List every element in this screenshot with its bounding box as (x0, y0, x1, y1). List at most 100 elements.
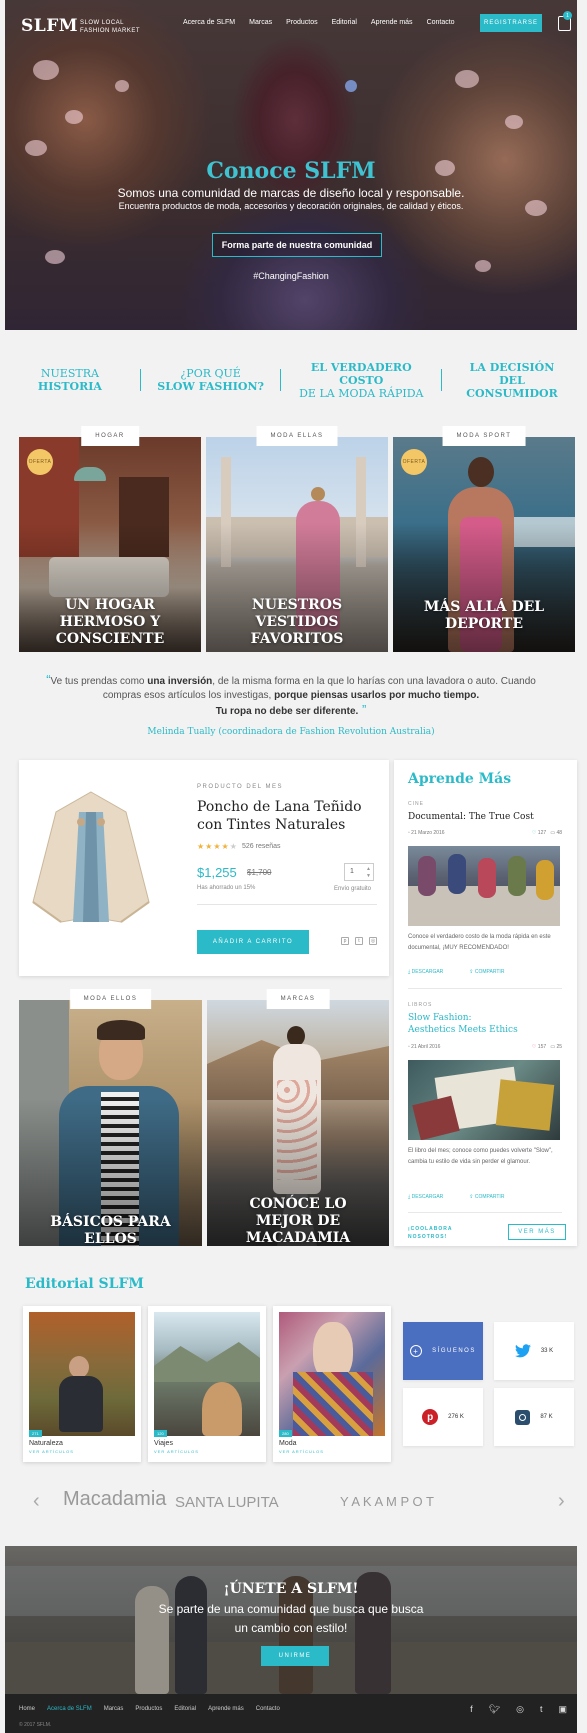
pinterest-tile[interactable]: p 276 K (403, 1388, 483, 1446)
collaborate-link[interactable]: ¡COOLABORA NOSOTROS! (408, 1225, 452, 1241)
aprende-title: Aprende Más (408, 771, 512, 787)
article-actions: ⤓ DESCARGAR ⇪ COMPARTIR (408, 1194, 504, 1200)
instagram-icon[interactable]: ◎ (516, 1704, 524, 1715)
editorial-name: Viajes (154, 1440, 173, 1447)
twitter-icon[interactable]: 🐦︎ (489, 1704, 500, 1715)
main-nav: Acerca de SLFM Marcas Productos Editoria… (183, 19, 455, 26)
footer: Home Acerca de SLFM Marcas Productos Edi… (5, 1694, 577, 1733)
brand-santa-lupita[interactable]: SANTA LUPITA (175, 1494, 279, 1511)
editorial-card-naturaleza[interactable]: 271 Naturaleza VER ARTÍCULOS (23, 1306, 141, 1462)
topic-decision-consumidor[interactable]: LA DECISIÓN DEL CONSUMIDOR (452, 361, 572, 400)
join-button[interactable]: UNIRME (261, 1646, 329, 1666)
category-card-moda-ellas[interactable]: MODA ELLAS NUESTROS VESTIDOS FAVORITOS (206, 426, 388, 652)
category-card-moda-sport[interactable]: MODA SPORT OFERTA MÁS ALLÁ DEL DEPORTE (393, 426, 575, 652)
footer-link-home[interactable]: Home (19, 1706, 35, 1712)
nav-item-acerca[interactable]: Acerca de SLFM (183, 19, 235, 26)
brand-macadamia[interactable]: Macadamia (63, 1488, 166, 1511)
share-link[interactable]: ⇪ COMPARTIR (469, 1194, 504, 1200)
stepper-arrows-icon[interactable]: ▲ ▼ (366, 866, 371, 880)
plus-circle-icon: + (410, 1345, 423, 1357)
instagram-icon[interactable]: ◎ (369, 937, 377, 945)
category-card-hogar[interactable]: HOGAR OFERTA UN HOGAR HERMOSO Y CONSCIEN… (19, 426, 201, 652)
tumblr-icon[interactable]: t (355, 937, 363, 945)
article-actions: ⤓ DESCARGAR ⇪ COMPARTIR (408, 969, 504, 975)
heart-icon[interactable]: ♡ (532, 1044, 536, 1050)
footer-link-aprende[interactable]: Aprende más (208, 1706, 244, 1712)
topic-por-que-slow-fashion[interactable]: ¿POR QUÉ SLOW FASHION? (151, 367, 271, 393)
topic-verdadero-costo[interactable]: EL VERDADERO COSTO DE LA MODA RÁPIDA (291, 361, 431, 400)
nav-item-aprende[interactable]: Aprende más (371, 19, 413, 26)
heart-icon[interactable]: ♡ (532, 830, 536, 836)
footer-link-marcas[interactable]: Marcas (104, 1706, 124, 1712)
quote-emphasis: una inversión (147, 676, 213, 687)
editorial-card-moda[interactable]: 280 Moda VER ARTÍCULOS (273, 1306, 391, 1462)
hero-hashtag: #ChangingFashion (253, 271, 329, 281)
nav-item-marcas[interactable]: Marcas (249, 19, 272, 26)
pinterest-icon[interactable]: p (341, 937, 349, 945)
card-label: HOGAR (81, 426, 139, 446)
topic-line: DE LA MODA RÁPIDA (299, 386, 424, 400)
article-title[interactable]: Documental: The True Cost (408, 811, 568, 823)
close-quote-icon: ” (358, 702, 367, 717)
join-title: ¡ÚNETE A SLFM! (223, 1581, 359, 1597)
product-eyebrow: PRODUCTO DEL MES (197, 784, 284, 790)
join-community-button[interactable]: Forma parte de nuestra comunidad (212, 233, 382, 257)
comment-icon: ▭ (550, 830, 556, 836)
article-image[interactable] (408, 1060, 560, 1140)
register-button[interactable]: REGISTRARSE (480, 14, 542, 32)
download-label: DESCARGAR (411, 969, 444, 975)
nav-item-productos[interactable]: Productos (286, 19, 318, 26)
share-link[interactable]: ⇪ COMPARTIR (469, 969, 504, 975)
hero-subtitle: Somos una comunidad de marcas de diseño … (117, 186, 465, 200)
chevron-right-icon[interactable]: › (558, 1490, 565, 1513)
ver-articulos-link[interactable]: VER ARTÍCULOS (154, 1449, 199, 1454)
article-image[interactable] (408, 846, 560, 926)
card-title: MÁS ALLÁ DEL DEPORTE (423, 599, 545, 632)
poncho-image[interactable] (31, 782, 151, 932)
category-card-marcas[interactable]: MARCAS CONÓCE LO MEJOR DE MACADAMIA (207, 989, 389, 1246)
download-link[interactable]: ⤓ DESCARGAR (408, 969, 443, 975)
ver-articulos-link[interactable]: VER ARTÍCULOS (279, 1449, 324, 1454)
editorial-card-viajes[interactable]: 120 Viajes VER ARTÍCULOS (148, 1306, 266, 1462)
footer-link-contacto[interactable]: Contacto (256, 1706, 280, 1712)
ver-mas-button[interactable]: VER MÁS (508, 1224, 566, 1240)
nav-item-contacto[interactable]: Contacto (427, 19, 455, 26)
product-title[interactable]: Poncho de Lana Teñido con Tintes Natural… (197, 798, 367, 834)
chevron-left-icon[interactable]: ‹ (33, 1490, 40, 1513)
footer-link-editorial[interactable]: Editorial (174, 1706, 196, 1712)
footer-link-productos[interactable]: Productos (135, 1706, 162, 1712)
instagram-alt-icon[interactable]: ▣ (558, 1704, 567, 1715)
footer-link-acerca[interactable]: Acerca de SLFM (47, 1706, 92, 1712)
facebook-icon[interactable]: f (470, 1704, 473, 1715)
brand-yakampot[interactable]: Y A K A M P O T (340, 1494, 434, 1509)
add-to-cart-button[interactable]: AÑADIR A CARRITO (197, 930, 309, 954)
product-of-month: PRODUCTO DEL MES Poncho de Lana Teñido c… (19, 760, 389, 976)
nav-item-editorial[interactable]: Editorial (332, 19, 357, 26)
card-label: MARCAS (266, 989, 330, 1009)
article-date: 21 Marzo 2016 (411, 830, 445, 836)
topic-line: LA DECISIÓN (469, 360, 555, 374)
brands-carousel: ‹ Macadamia SANTA LUPITA Y A K A M P O T… (5, 1488, 577, 1518)
topic-nuestra-historia[interactable]: NUESTRA HISTORIA (10, 367, 130, 393)
article-category: LIBROS (408, 1002, 433, 1008)
category-card-moda-ellos[interactable]: MODA ELLOS BÁSICOS PARA ELLOS (19, 989, 202, 1247)
article-stats: ♡ 127 ▭ 48 (532, 830, 562, 836)
divider (441, 369, 443, 391)
review-count[interactable]: 526 reseñas (242, 843, 281, 850)
twitter-tile[interactable]: 33 K (494, 1322, 574, 1380)
ver-articulos-link[interactable]: VER ARTÍCULOS (29, 1449, 74, 1454)
product-price: $1,255 (197, 865, 237, 880)
quantity-stepper[interactable]: 1 ▲ ▼ (344, 863, 374, 881)
article-title[interactable]: Slow Fashion: Aesthetics Meets Ethics (408, 1012, 518, 1036)
logo[interactable]: SLFM (21, 16, 78, 36)
hero-title: Conoce SLFM (206, 158, 376, 184)
quote-author: Melinda Tually (coordinadora de Fashion … (147, 727, 435, 737)
instagram-tile[interactable]: 87 K (494, 1388, 574, 1446)
article-excerpt: El libro del mes; conoce como puedes vol… (408, 1148, 553, 1165)
follow-facebook-tile[interactable]: + SÍGUENOS (403, 1322, 483, 1380)
download-link[interactable]: ⤓ DESCARGAR (408, 1194, 443, 1200)
download-label: DESCARGAR (411, 1194, 444, 1200)
tumblr-icon[interactable]: t (540, 1704, 543, 1715)
hero-description: Encuentra productos de moda, accesorios … (118, 201, 464, 211)
divider (408, 988, 562, 989)
